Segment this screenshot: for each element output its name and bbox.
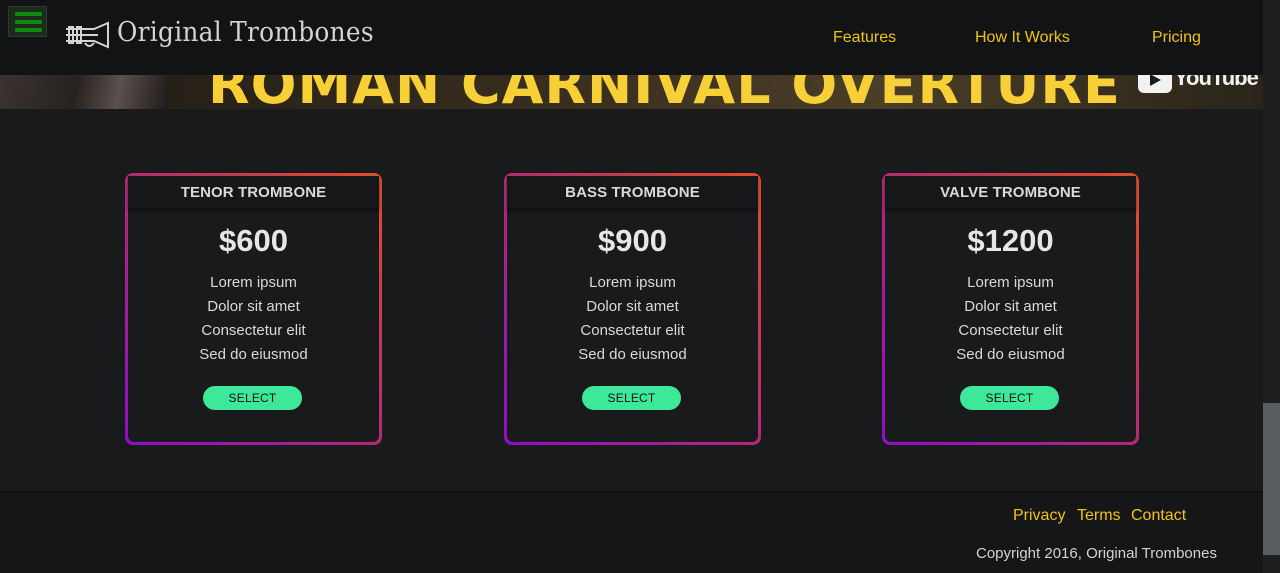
site-footer: Privacy Terms Contact Copyright 2016, Or… xyxy=(0,491,1263,573)
feature-item: Consectetur elit xyxy=(201,322,306,339)
footer-terms-link[interactable]: Terms xyxy=(1077,507,1121,525)
hamburger-line xyxy=(15,12,42,16)
hamburger-line xyxy=(15,28,42,32)
feature-item: Lorem ipsum xyxy=(967,274,1054,291)
card-price: $1200 xyxy=(967,223,1054,258)
card-price: $600 xyxy=(219,223,288,258)
banner-thumbnail xyxy=(0,75,168,109)
pricing-card-valve: VALVE TROMBONE $1200 Lorem ipsum Dolor s… xyxy=(882,173,1139,445)
feature-item: Consectetur elit xyxy=(958,322,1063,339)
feature-item: Dolor sit amet xyxy=(207,298,300,315)
youtube-play-icon xyxy=(1138,75,1172,93)
hamburger-menu-icon[interactable] xyxy=(8,6,47,37)
pricing-card-bass: BASS TROMBONE $900 Lorem ipsum Dolor sit… xyxy=(504,173,761,445)
card-title: TENOR TROMBONE xyxy=(128,176,379,209)
card-title: VALVE TROMBONE xyxy=(885,176,1136,209)
youtube-label: YouTube xyxy=(1174,75,1259,90)
select-tenor-button[interactable]: SELECT xyxy=(203,386,302,410)
feature-list: Lorem ipsum Dolor sit amet Consectetur e… xyxy=(507,271,758,367)
site-header: Original Trombones Features How It Works… xyxy=(0,0,1263,75)
video-banner[interactable]: ROMAN CARNIVAL OVERTURE YouTube xyxy=(168,75,1263,109)
card-price: $900 xyxy=(598,223,667,258)
nav-how-it-works-link[interactable]: How It Works xyxy=(975,29,1070,47)
nav-pricing-link[interactable]: Pricing xyxy=(1152,29,1201,47)
scrollbar-thumb[interactable] xyxy=(1263,403,1280,555)
brand-name[interactable]: Original Trombones xyxy=(117,17,374,48)
youtube-logo[interactable]: YouTube xyxy=(1138,75,1259,93)
feature-list: Lorem ipsum Dolor sit amet Consectetur e… xyxy=(885,271,1136,367)
card-title: BASS TROMBONE xyxy=(507,176,758,209)
pricing-card-tenor: TENOR TROMBONE $600 Lorem ipsum Dolor si… xyxy=(125,173,382,445)
select-valve-button[interactable]: SELECT xyxy=(960,386,1059,410)
footer-contact-link[interactable]: Contact xyxy=(1131,507,1186,525)
nav-features-link[interactable]: Features xyxy=(833,29,896,47)
copyright-text: Copyright 2016, Original Trombones xyxy=(976,545,1217,562)
banner-title: ROMAN CARNIVAL OVERTURE xyxy=(208,75,1121,109)
select-bass-button[interactable]: SELECT xyxy=(582,386,681,410)
hamburger-line xyxy=(15,20,42,24)
feature-item: Consectetur elit xyxy=(580,322,685,339)
footer-privacy-link[interactable]: Privacy xyxy=(1013,507,1065,525)
feature-item: Dolor sit amet xyxy=(964,298,1057,315)
feature-item: Dolor sit amet xyxy=(586,298,679,315)
feature-item: Lorem ipsum xyxy=(210,274,297,291)
feature-item: Sed do eiusmod xyxy=(199,346,308,363)
feature-item: Sed do eiusmod xyxy=(578,346,687,363)
trombone-logo-icon[interactable] xyxy=(64,20,110,52)
feature-item: Sed do eiusmod xyxy=(956,346,1065,363)
feature-list: Lorem ipsum Dolor sit amet Consectetur e… xyxy=(128,271,379,367)
feature-item: Lorem ipsum xyxy=(589,274,676,291)
